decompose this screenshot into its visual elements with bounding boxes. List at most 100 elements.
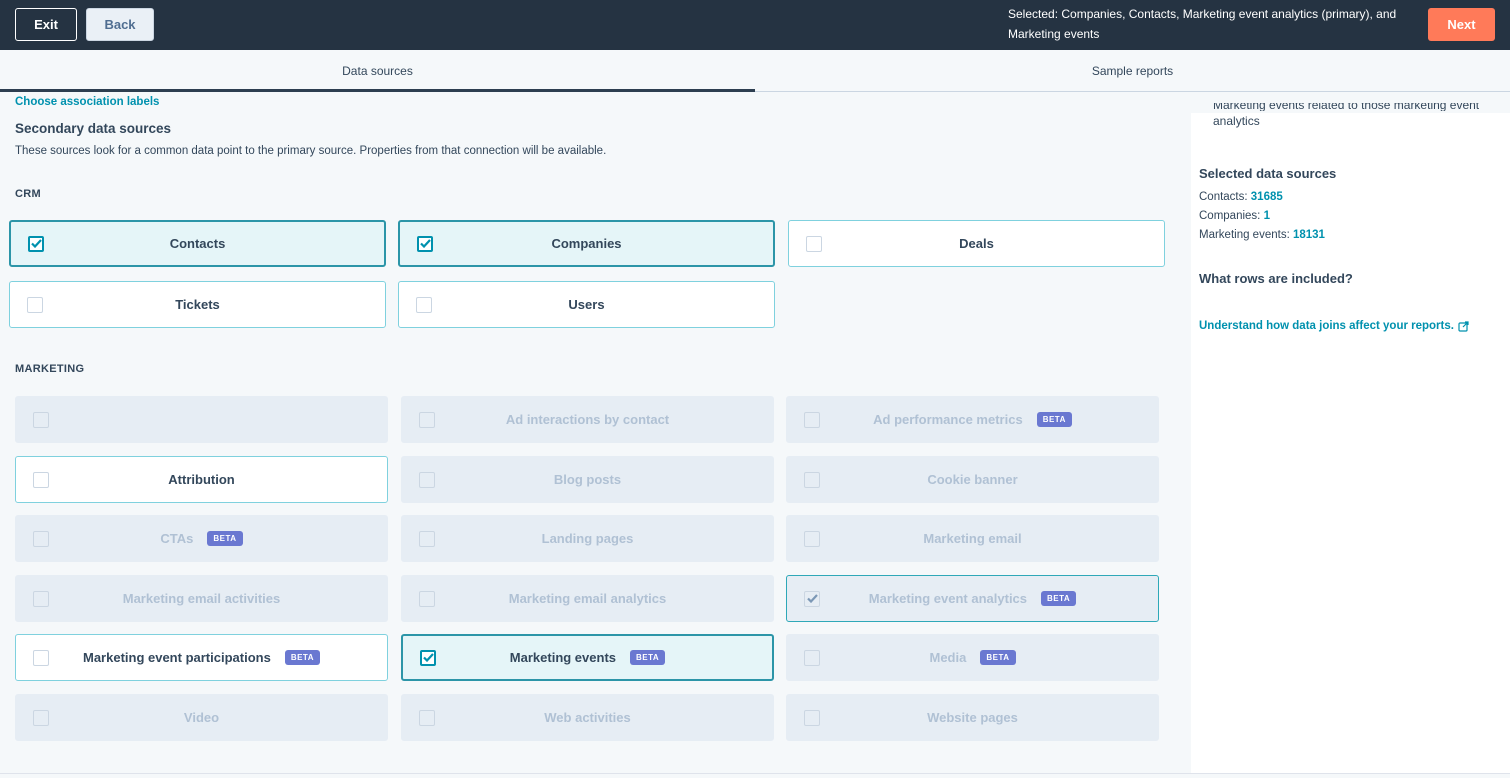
data-joins-link-text[interactable]: Understand how data joins affect your re…: [1199, 320, 1454, 332]
rows-included-heading: What rows are included?: [1199, 271, 1353, 286]
tab-data-sources[interactable]: Data sources: [0, 50, 755, 93]
source-label: Attribution: [168, 472, 235, 487]
checkbox-unchecked[interactable]: [33, 649, 49, 666]
source-label: Media: [929, 650, 967, 665]
source-card-deals[interactable]: Deals: [788, 220, 1165, 267]
source-card-tickets[interactable]: Tickets: [9, 281, 386, 328]
count-label: Marketing events:: [1199, 229, 1293, 241]
count-label: Contacts:: [1199, 191, 1251, 203]
source-card-contacts[interactable]: Contacts: [9, 220, 386, 267]
choose-association-labels-link[interactable]: Choose association labels: [15, 96, 159, 108]
source-card-marketing-email: Marketing email: [786, 515, 1159, 562]
selected-count-row: Contacts: 31685: [1199, 191, 1283, 203]
checkmark-icon: [30, 239, 42, 248]
source-card-content: CTAs BETA: [160, 531, 243, 546]
source-card-website-pages: Website pages: [786, 694, 1159, 741]
source-card-ctas: CTAs BETA: [15, 515, 388, 562]
checkbox-unchecked: [33, 709, 49, 726]
tab-sample-reports[interactable]: Sample reports: [755, 50, 1510, 92]
checkmark-icon: [419, 239, 431, 248]
contacts-count-link[interactable]: 31685: [1251, 191, 1283, 203]
source-card-content: Marketing email analytics: [509, 591, 667, 606]
checkbox-checked[interactable]: [28, 235, 44, 252]
beta-badge: BETA: [284, 650, 320, 665]
data-joins-link[interactable]: Understand how data joins affect your re…: [1199, 320, 1469, 332]
selected-data-sources-heading: Selected data sources: [1199, 166, 1337, 181]
checkbox-unchecked: [419, 411, 435, 428]
source-label: Web activities: [544, 710, 631, 725]
checkbox-checked[interactable]: [420, 649, 436, 666]
source-card-marketing-events[interactable]: Marketing events BETA: [401, 634, 774, 681]
count-label: Companies:: [1199, 210, 1264, 222]
checkbox-unchecked[interactable]: [33, 471, 49, 488]
crm-group-label: CRM: [15, 188, 41, 200]
marketing-events-count-link[interactable]: 18131: [1293, 229, 1325, 241]
source-card-unnamed: [15, 396, 388, 443]
selected-count-row: Companies: 1: [1199, 210, 1270, 222]
source-label: Website pages: [927, 710, 1018, 725]
exit-button[interactable]: Exit: [15, 8, 77, 41]
beta-badge: BETA: [630, 650, 666, 665]
checkbox-unchecked: [33, 411, 49, 428]
source-card-content: Marketing event analytics BETA: [868, 591, 1077, 606]
selected-count-row: Marketing events: 18131: [1199, 229, 1325, 241]
source-card-web-activities: Web activities: [401, 694, 774, 741]
source-card-users[interactable]: Users: [398, 281, 775, 328]
next-button[interactable]: Next: [1428, 8, 1495, 41]
source-card-ad-performance-metrics: Ad performance metrics BETA: [786, 396, 1159, 443]
checkbox-unchecked: [419, 471, 435, 488]
source-card-content: Marketing email: [923, 531, 1021, 546]
checkbox-unchecked: [804, 709, 820, 726]
checkbox-unchecked[interactable]: [806, 235, 822, 252]
source-label: Ad interactions by contact: [505, 412, 670, 427]
checkbox-unchecked[interactable]: [27, 296, 43, 313]
checkbox-unchecked: [33, 530, 49, 547]
checkbox-unchecked: [419, 530, 435, 547]
checkbox-unchecked: [804, 471, 820, 488]
source-label: CTAs: [160, 531, 194, 546]
source-label: Marketing event analytics: [868, 591, 1028, 606]
checkbox-unchecked[interactable]: [416, 296, 432, 313]
marketing-group-label: MARKETING: [15, 363, 85, 375]
checkbox-unchecked: [804, 649, 820, 666]
source-card-marketing-email-analytics: Marketing email analytics: [401, 575, 774, 622]
source-card-marketing-event-participations[interactable]: Marketing event participations BETA: [15, 634, 388, 681]
source-card-content: Marketing email activities: [123, 591, 281, 606]
source-card-content: Media BETA: [929, 650, 1016, 665]
source-card-content: Blog posts: [554, 472, 621, 487]
source-card-companies[interactable]: Companies: [398, 220, 775, 267]
source-card-content: Marketing event participations BETA: [83, 650, 320, 665]
data-sources-panel: Choose association labels Secondary data…: [0, 92, 1191, 773]
source-card-content: Web activities: [544, 710, 630, 725]
checkbox-unchecked: [419, 709, 435, 726]
bottom-divider: [0, 773, 1510, 778]
external-link-icon: [1458, 320, 1469, 332]
source-label: Marketing event participations: [82, 650, 271, 665]
section-description: These sources look for a common data poi…: [15, 145, 607, 157]
source-card-attribution[interactable]: Attribution: [15, 456, 388, 503]
source-label: Cookie banner: [927, 472, 1018, 487]
source-label: Video: [183, 710, 220, 725]
checkbox-unchecked: [804, 411, 820, 428]
source-card-content: Ad performance metrics BETA: [873, 412, 1072, 427]
back-button[interactable]: Back: [86, 8, 154, 41]
source-card-content: Landing pages: [542, 531, 634, 546]
source-card-marketing-email-activities: Marketing email activities: [15, 575, 388, 622]
primary-description-line2: analytics: [1213, 114, 1260, 128]
beta-badge: BETA: [980, 650, 1016, 665]
source-card-cookie-banner: Cookie banner: [786, 456, 1159, 503]
source-card-landing-pages: Landing pages: [401, 515, 774, 562]
source-label: Ad performance metrics: [873, 412, 1023, 427]
checkbox-checked[interactable]: [417, 235, 433, 252]
source-card-video: Video: [15, 694, 388, 741]
source-label: Marketing events: [509, 650, 616, 665]
beta-badge: BETA: [1036, 412, 1072, 427]
checkbox-checked: [804, 590, 820, 607]
companies-count-link[interactable]: 1: [1264, 210, 1270, 222]
source-card-marketing-event-analytics: Marketing event analytics BETA: [786, 575, 1159, 622]
source-card-content: Deals: [959, 236, 994, 251]
checkmark-icon: [422, 653, 434, 662]
source-label: Deals: [959, 236, 994, 251]
source-card-content: Website pages: [927, 710, 1018, 725]
source-label: Tickets: [175, 297, 220, 312]
